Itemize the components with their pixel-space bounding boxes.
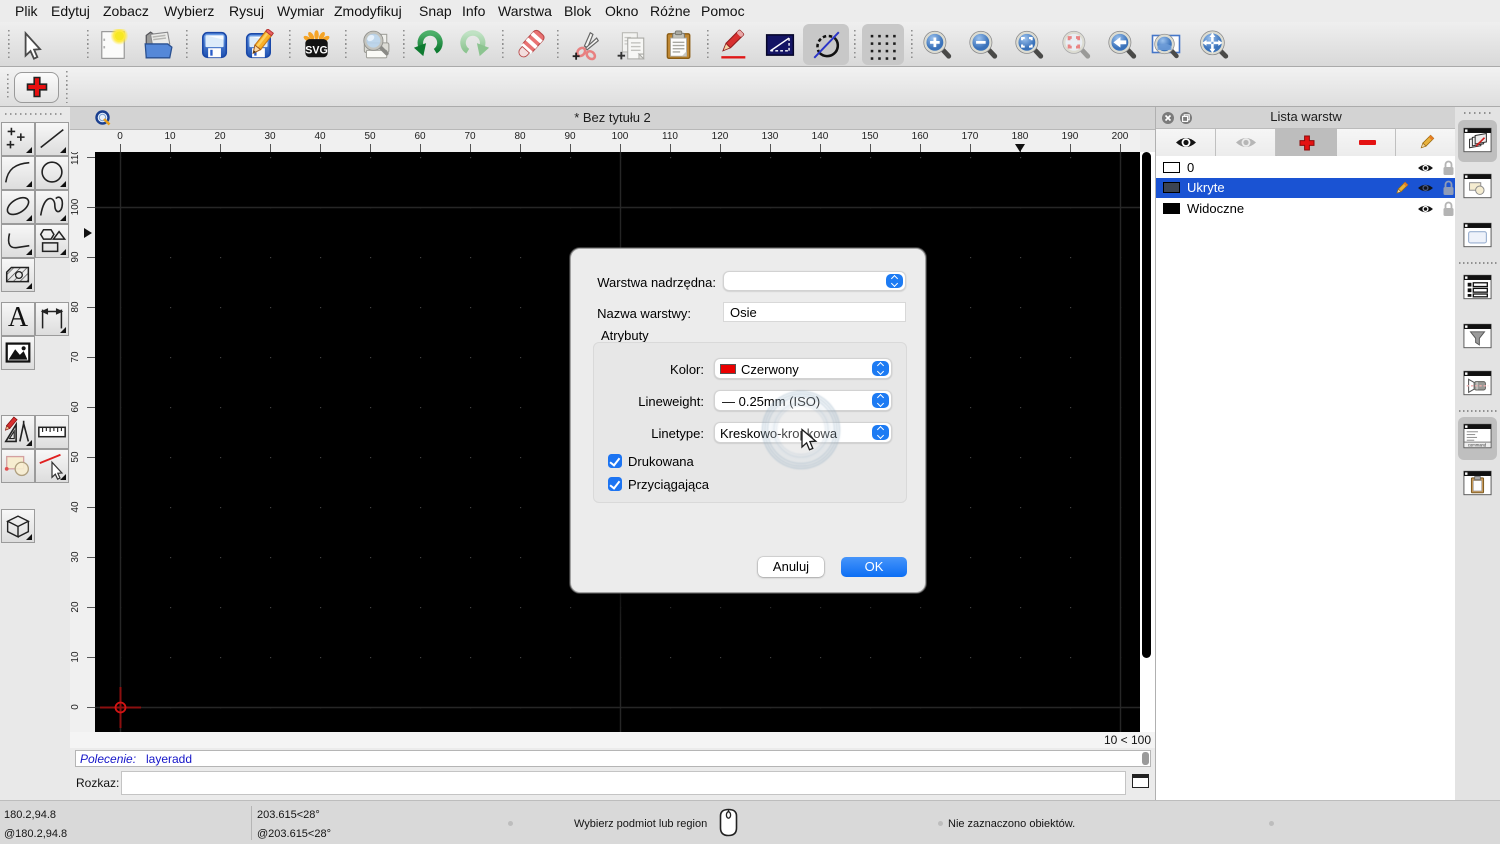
svg-text:SVG: SVG <box>305 45 328 57</box>
svg-text:command: command <box>1468 443 1487 448</box>
